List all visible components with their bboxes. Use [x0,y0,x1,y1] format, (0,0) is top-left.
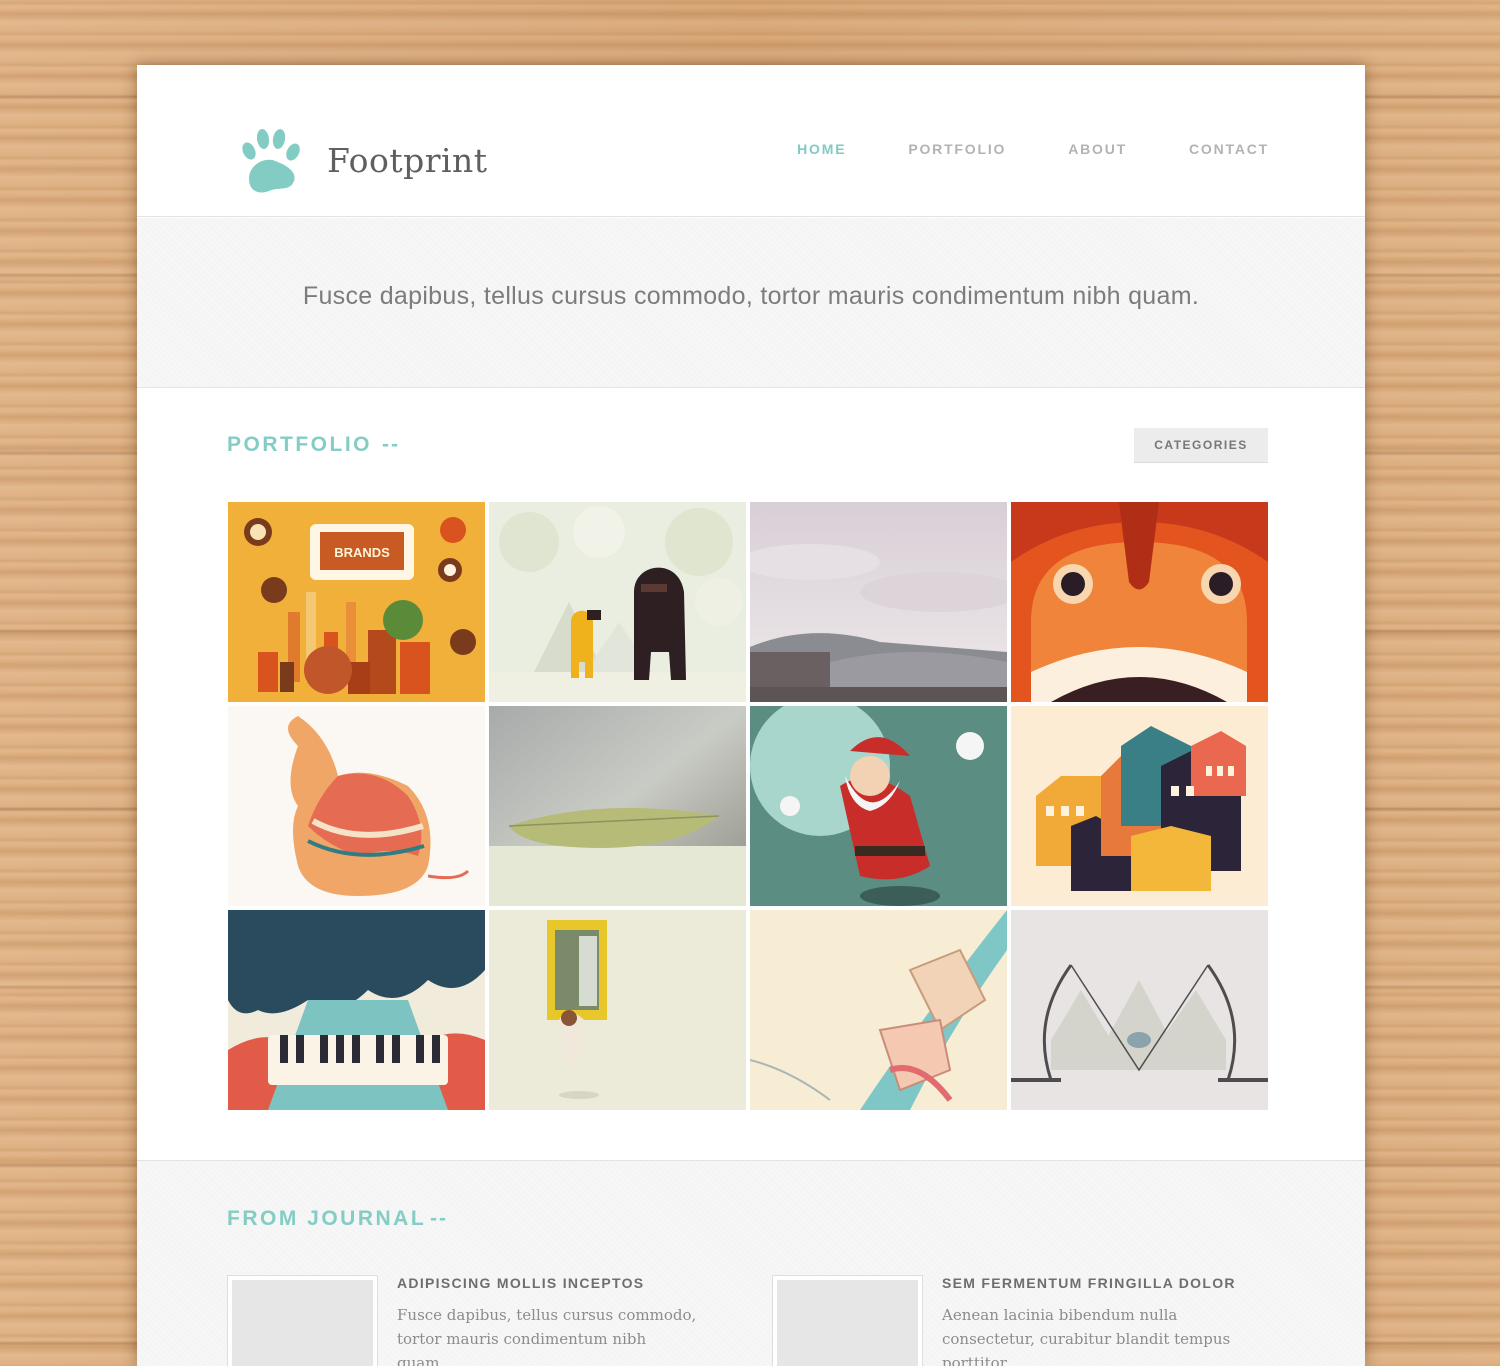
portfolio-item-elephant-sweater[interactable] [228,706,485,906]
portfolio-section-title: PORTFOLIO [227,433,372,456]
main-nav: HOME PORTFOLIO ABOUT CONTACT [735,141,1269,157]
nav-item-contact[interactable]: CONTACT [1189,141,1269,157]
portfolio-item-dry-leaf[interactable] [489,706,746,906]
portfolio-item-brands[interactable]: BRANDS [228,502,485,702]
paw-print-icon[interactable] [237,127,303,197]
keyboard-cloud-image [228,910,485,1110]
page-container: Footprint HOME PORTFOLIO ABOUT CONTACT F… [137,65,1365,1366]
journal-section: FROM JOURNAL -- ADIPISCING MOLLIS INCEPT… [137,1160,1365,1366]
portfolio-title-dash: -- [382,433,400,456]
nav-item-portfolio[interactable]: PORTFOLIO [908,141,1006,157]
hero-banner: Fusce dapibus, tellus cursus commodo, to… [137,218,1365,388]
post-excerpt: Aenean lacinia bibendum nulla consectetu… [942,1306,1231,1366]
brands-tile-label: BRANDS [334,545,390,560]
post-excerpt: Fusce dapibus, tellus cursus commodo, to… [397,1306,697,1366]
portfolio-item-abstract-figure[interactable] [750,910,1007,1110]
portfolio-item-wall-door[interactable] [489,910,746,1110]
site-header: Footprint HOME PORTFOLIO ABOUT CONTACT [137,65,1365,217]
wall-door-image [489,910,746,1110]
portfolio-item-houses[interactable] [1011,706,1268,906]
dry-leaf-image [489,706,746,906]
portfolio-item-santa[interactable] [750,706,1007,906]
train-sky-image [750,502,1007,702]
post-thumbnail[interactable] [772,1275,923,1366]
portfolio-item-train-sky[interactable] [750,502,1007,702]
monster-forest-image [489,502,746,702]
journal-section-title: FROM JOURNAL [227,1207,427,1230]
nav-item-about[interactable]: ABOUT [1068,141,1127,157]
circus-image [1011,910,1268,1110]
santa-image [750,706,1007,906]
post-thumbnail[interactable] [227,1275,378,1366]
orange-monster-image [1011,502,1268,702]
portfolio-item-orange-monster[interactable] [1011,502,1268,702]
portfolio-item-monster-forest[interactable] [489,502,746,702]
site-logo-text[interactable]: Footprint [327,141,488,180]
post-title[interactable]: SEM FERMENTUM FRINGILLA DOLOR [942,1275,1236,1291]
portfolio-item-circus[interactable] [1011,910,1268,1110]
journal-title-dash: -- [430,1207,448,1230]
brands-infographic-image: BRANDS [228,502,485,702]
categories-button[interactable]: CATEGORIES [1134,428,1268,463]
hero-tagline: Fusce dapibus, tellus cursus commodo, to… [302,282,1200,310]
post-title[interactable]: ADIPISCING MOLLIS INCEPTOS [397,1275,644,1291]
houses-image [1011,706,1268,906]
nav-item-home[interactable]: HOME [797,141,846,157]
portfolio-item-keyboard-cloud[interactable] [228,910,485,1110]
elephant-sweater-image [228,706,485,906]
abstract-figure-image [750,910,1007,1110]
